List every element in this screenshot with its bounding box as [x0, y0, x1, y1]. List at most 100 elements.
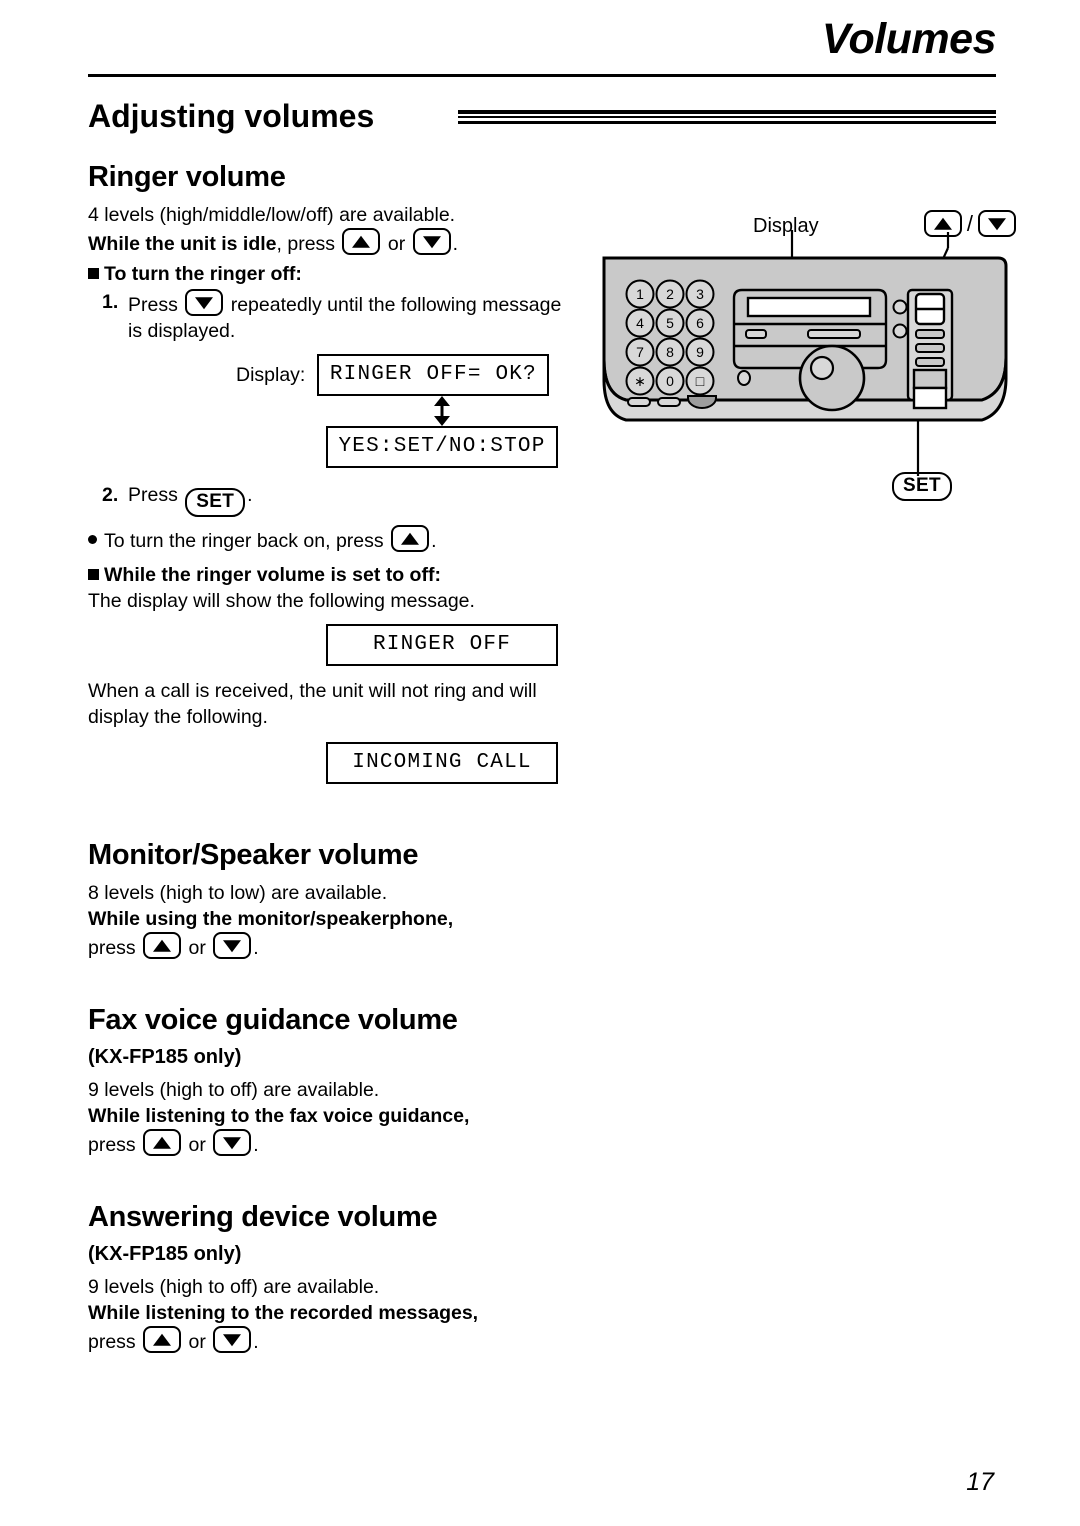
- keypad-key-4: 4: [636, 315, 644, 331]
- keypad-key-∗: ∗: [634, 373, 646, 389]
- keypad-key-2: 2: [666, 286, 674, 302]
- keypad-key-3: 3: [696, 286, 704, 302]
- step-2: 2. Press SET.: [102, 482, 578, 517]
- keypad-key-9: 9: [696, 344, 704, 360]
- indicator-led-2: [892, 323, 908, 339]
- keypad-key-□: □: [696, 373, 705, 389]
- navigator-dial: [798, 344, 866, 412]
- strip-button-3: [915, 357, 945, 367]
- ringer-idle-instruction: While the unit is idle, press or .: [88, 228, 578, 257]
- down-arrow-icon: [185, 289, 224, 316]
- round-bullet-icon: [88, 535, 97, 544]
- section-rule: [458, 110, 996, 126]
- double-arrow-icon: [326, 396, 558, 426]
- lcd-ringer-off: RINGER OFF: [326, 624, 558, 666]
- up-arrow-icon: [143, 1129, 182, 1156]
- block-head-label: While the ringer volume is set to off:: [104, 564, 441, 586]
- period: .: [253, 1134, 259, 1156]
- chapter-title: Volumes: [821, 15, 997, 63]
- square-bullet-icon: [88, 268, 99, 279]
- function-button-3: [687, 395, 717, 409]
- down-arrow-icon: [213, 1129, 252, 1156]
- display-row-1: Display: RINGER OFF= OK?: [236, 354, 578, 396]
- fax-voice-press-line: press or .: [88, 1129, 578, 1158]
- panel-button-right: [807, 329, 861, 339]
- set-key: [912, 386, 948, 410]
- idle-press-text: , press: [276, 233, 336, 255]
- stop-key: [912, 368, 948, 390]
- block-head-label: To turn the ringer off:: [104, 263, 302, 285]
- heading-fax-voice-guidance-volume: Fax voice guidance volume: [88, 1004, 458, 1036]
- bullet-text: To turn the ringer back on, press .: [104, 525, 437, 554]
- idle-or-text: or: [387, 233, 406, 255]
- fax-machine-illustration: Display / SET 1 2 3 4 5 6 7 8 9 ∗ 0 □: [596, 200, 1026, 520]
- step-2-period: .: [247, 484, 253, 506]
- answering-device-levels-text: 9 levels (high to off) are available.: [88, 1276, 380, 1298]
- step-2-number: 2.: [102, 484, 119, 506]
- down-arrow-icon: [213, 932, 252, 959]
- content-column: Ringer volume 4 levels (high/middle/low/…: [88, 160, 578, 1355]
- set-key-icon: SET: [185, 488, 246, 517]
- bullet-text-b: .: [431, 530, 437, 552]
- bullet-text-a: To turn the ringer back on, press: [104, 530, 384, 552]
- running-head: Volumes: [88, 15, 997, 80]
- bullet-ringer-back-on: To turn the ringer back on, press .: [88, 525, 578, 554]
- section-rule-line-1: [458, 110, 996, 114]
- lcd-ringer-off-wrap: RINGER OFF: [326, 624, 558, 666]
- block-head-turn-ringer-off: To turn the ringer off:: [88, 261, 578, 287]
- strip-button-1: [915, 329, 945, 339]
- answering-device-model-note: (KX-FP185 only): [88, 1243, 242, 1265]
- lcd-ringer-off-ok: RINGER OFF= OK?: [317, 354, 550, 396]
- down-arrow-icon: [213, 1326, 252, 1353]
- fax-voice-condition-text: While listening to the fax voice guidanc…: [88, 1105, 470, 1127]
- section-rule-line-2: [458, 116, 996, 118]
- keypad-key-6: 6: [696, 315, 704, 331]
- lcd-transition-arrow-wrap: YES:SET/NO:STOP: [326, 396, 558, 468]
- strip-button-2: [915, 343, 945, 353]
- lcd-incoming-call: INCOMING CALL: [326, 742, 558, 784]
- monitor-condition-text: While using the monitor/speakerphone,: [88, 908, 454, 930]
- monitor-press-line: press or .: [88, 932, 578, 961]
- function-button-1: [627, 397, 651, 407]
- section-bar: Adjusting volumes: [88, 96, 996, 142]
- idle-bold-text: While the unit is idle: [88, 233, 277, 255]
- press-word: press: [88, 1331, 136, 1353]
- heading-monitor-speaker-volume: Monitor/Speaker volume: [88, 839, 419, 871]
- fax-machine-svg: 1 2 3 4 5 6 7 8 9 ∗ 0 □: [602, 230, 1008, 476]
- page-number: 17: [966, 1468, 994, 1496]
- square-bullet-icon: [88, 569, 99, 580]
- press-word: press: [88, 937, 136, 959]
- up-arrow-icon: [143, 932, 182, 959]
- period: .: [253, 937, 259, 959]
- fax-voice-model-note: (KX-FP185 only): [88, 1046, 242, 1068]
- function-button-2: [657, 397, 681, 407]
- idle-period: .: [452, 233, 459, 255]
- lcd-incoming-call-wrap: INCOMING CALL: [326, 742, 558, 784]
- indicator-led-1: [892, 299, 908, 315]
- press-word: press: [88, 1134, 136, 1156]
- or-word: or: [188, 1331, 206, 1353]
- or-word: or: [188, 1134, 206, 1156]
- heading-answering-device-volume: Answering device volume: [88, 1201, 438, 1233]
- answering-device-press-line: press or .: [88, 1326, 578, 1355]
- lcd-yes-set-no-stop: YES:SET/NO:STOP: [326, 426, 558, 468]
- step-1-text: Press repeatedly until the following mes…: [128, 289, 578, 344]
- up-arrow-icon: [391, 525, 430, 552]
- lcd-screen: [746, 296, 872, 318]
- header-rule: [88, 74, 996, 77]
- block-head-volume-set-off: While the ringer volume is set to off:: [88, 562, 578, 588]
- navigator-dial-center: [809, 355, 835, 381]
- step-2-press-word: Press: [128, 484, 178, 506]
- up-arrow-icon: [342, 228, 381, 255]
- heading-ringer-volume: Ringer volume: [88, 161, 286, 193]
- display-label: Display:: [236, 364, 306, 386]
- keypad-key-5: 5: [666, 315, 674, 331]
- step-1-press-word: Press: [128, 294, 178, 316]
- or-word: or: [188, 937, 206, 959]
- display-show-message-text: The display will show the following mess…: [88, 590, 475, 612]
- panel-button-left: [745, 329, 767, 339]
- step-1: 1. Press repeatedly until the following …: [102, 289, 578, 344]
- fax-voice-levels-text: 9 levels (high to off) are available.: [88, 1079, 380, 1101]
- keypad-key-8: 8: [666, 344, 674, 360]
- keypad-key-1: 1: [636, 286, 644, 302]
